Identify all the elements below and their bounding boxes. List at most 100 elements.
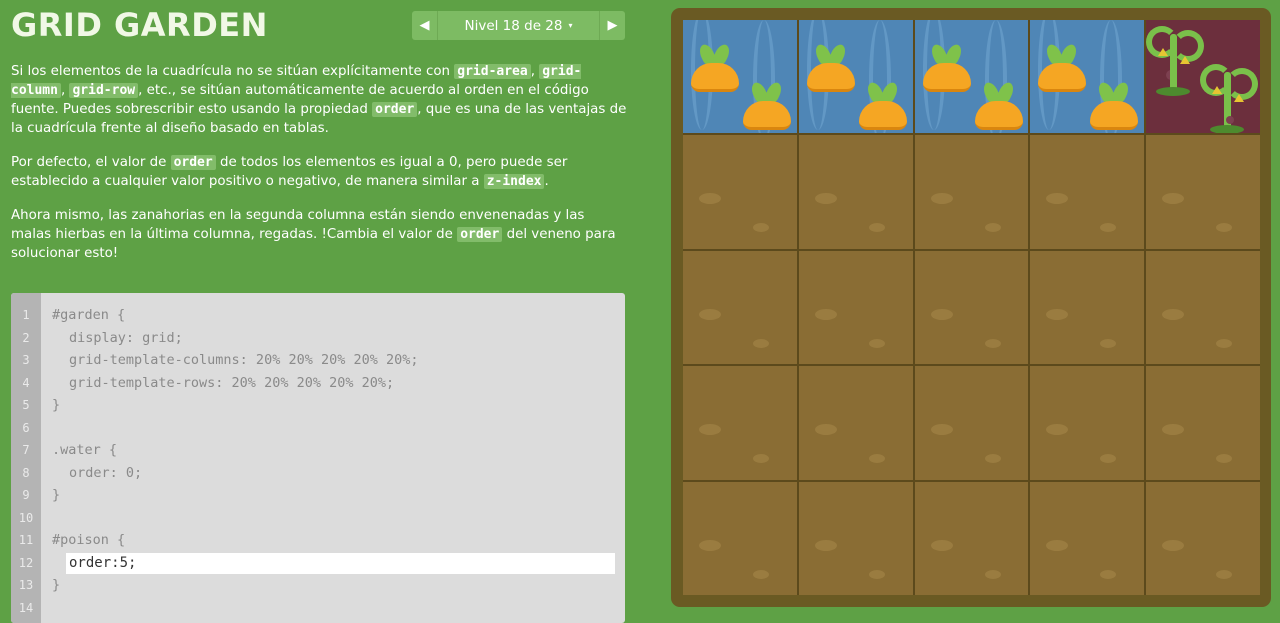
code-line: 10 [11, 507, 625, 530]
dirt-tile [683, 366, 797, 480]
dirt-tile [914, 135, 1029, 249]
carrot-icon [743, 80, 791, 130]
code-line: 2 display: grid; [11, 327, 625, 350]
carrot-icon [974, 80, 1023, 130]
dirt-tile [1030, 135, 1145, 249]
code-keyword: z-index [483, 174, 545, 189]
instruction-paragraph-3: Ahora mismo, las zanahorias en la segund… [11, 206, 627, 263]
garden-grid [683, 20, 1260, 595]
code-line: 14 [11, 597, 625, 620]
dirt-tile [1146, 481, 1260, 595]
instructions-text: Si los elementos de la cuadrícula no se … [11, 62, 627, 278]
code-line: 12 [11, 552, 625, 575]
code-keyword: order [372, 102, 418, 117]
code-line: 8 order: 0; [11, 462, 625, 485]
water-tile [798, 20, 913, 134]
code-text: #poison { [52, 532, 126, 548]
dirt-tile [798, 481, 913, 595]
code-line: 1 #garden { [11, 304, 625, 327]
code-input[interactable] [66, 552, 615, 574]
code-text: grid-template-rows: 20% 20% 20% 20% 20%; [69, 374, 395, 391]
code-text: order: 0; [69, 464, 143, 481]
css-editor: 1 #garden { 2 display: grid; 3 grid-templat… [11, 293, 625, 623]
weed-icon [1200, 64, 1259, 134]
carrot-icon [806, 42, 855, 92]
dirt-tile [683, 135, 797, 249]
line-number: 9 [22, 488, 30, 502]
arrow-right-icon: ▶ [607, 18, 618, 33]
code-text: } [52, 487, 61, 503]
dirt-tile [1146, 366, 1260, 480]
dirt-tile [1146, 250, 1260, 365]
line-number: 11 [18, 533, 34, 547]
dirt-tile [914, 250, 1029, 365]
line-number: 4 [22, 375, 30, 390]
code-line: 3 grid-template-columns: 20% 20% 20% 20% … [11, 349, 625, 372]
line-number: 12 [18, 555, 34, 570]
level-indicator: Nivel 18 de 28 [464, 17, 563, 34]
text-run: Por defecto, el valor de [11, 155, 171, 170]
code-line: 7 .water { [11, 439, 625, 462]
previous-level-button[interactable]: ◀ [412, 11, 438, 40]
code-line: 4 grid-template-rows: 20% 20% 20% 20% 20%… [11, 372, 625, 395]
dirt-tile [1146, 135, 1260, 249]
carrot-icon [858, 80, 907, 130]
code-text: } [52, 397, 61, 413]
dirt-tile [1030, 366, 1145, 480]
dirt-tile [914, 481, 1029, 595]
instruction-paragraph-1: Si los elementos de la cuadrícula no se … [11, 62, 627, 138]
water-tile [683, 20, 797, 134]
code-keyword: grid-area [454, 64, 531, 79]
water-tile [1030, 20, 1145, 134]
code-text: display: grid; [69, 329, 183, 346]
line-number: 1 [22, 308, 30, 322]
code-line: 13} [11, 574, 625, 597]
carrot-icon [691, 42, 739, 92]
code-text: grid-template-columns: 20% 20% 20% 20% 2… [69, 352, 419, 368]
code-line: 9} [11, 484, 625, 507]
dirt-tile [1030, 250, 1145, 365]
level-selector[interactable]: Nivel 18 de 28 ▾ [438, 18, 599, 34]
line-number: 8 [22, 465, 30, 480]
code-line: 5} [11, 394, 625, 417]
code-keyword: order [170, 155, 216, 170]
dirt-tile [914, 366, 1029, 480]
line-number: 10 [18, 510, 34, 525]
arrow-left-icon: ◀ [419, 18, 430, 33]
line-number: 3 [22, 353, 30, 367]
chevron-down-icon: ▾ [568, 21, 573, 30]
line-number: 6 [22, 420, 30, 435]
code-text: } [52, 577, 61, 593]
code-text: .water { [52, 442, 118, 458]
line-number: 13 [18, 578, 34, 592]
water-tile [914, 20, 1029, 134]
code-line: 6 [11, 417, 625, 440]
dirt-tile [798, 366, 913, 480]
level-navigation: ◀ Nivel 18 de 28 ▾ ▶ [412, 11, 625, 40]
text-run: , [530, 64, 540, 79]
code-keyword: grid-row [69, 83, 139, 98]
text-run: Si los elementos de la cuadrícula no se … [11, 64, 455, 79]
dirt-tile [1030, 481, 1145, 595]
code-text: #garden { [52, 307, 126, 323]
garden-board [671, 8, 1271, 607]
instructions-panel: GRID GARDEN ◀ Nivel 18 de 28 ▾ ▶ Si los … [0, 0, 640, 623]
line-number: 14 [18, 600, 34, 615]
instruction-paragraph-2: Por defecto, el valor de order de todos … [11, 153, 627, 191]
line-number: 5 [22, 398, 30, 412]
carrot-icon [1038, 42, 1087, 92]
code-lines: 1 #garden { 2 display: grid; 3 grid-templat… [11, 304, 625, 619]
carrot-icon [1090, 80, 1139, 130]
line-number: 7 [22, 443, 30, 457]
text-run: . [544, 174, 549, 189]
dirt-tile [683, 481, 797, 595]
dirt-tile [798, 250, 913, 365]
next-level-button[interactable]: ▶ [599, 11, 625, 40]
carrot-icon [922, 42, 971, 92]
code-line: 11 #poison { [11, 529, 625, 552]
page-title: GRID GARDEN [11, 6, 268, 44]
line-number: 2 [22, 330, 30, 345]
code-keyword: order [457, 227, 503, 242]
weed-icon [1146, 26, 1205, 96]
dirt-tile [798, 135, 913, 249]
